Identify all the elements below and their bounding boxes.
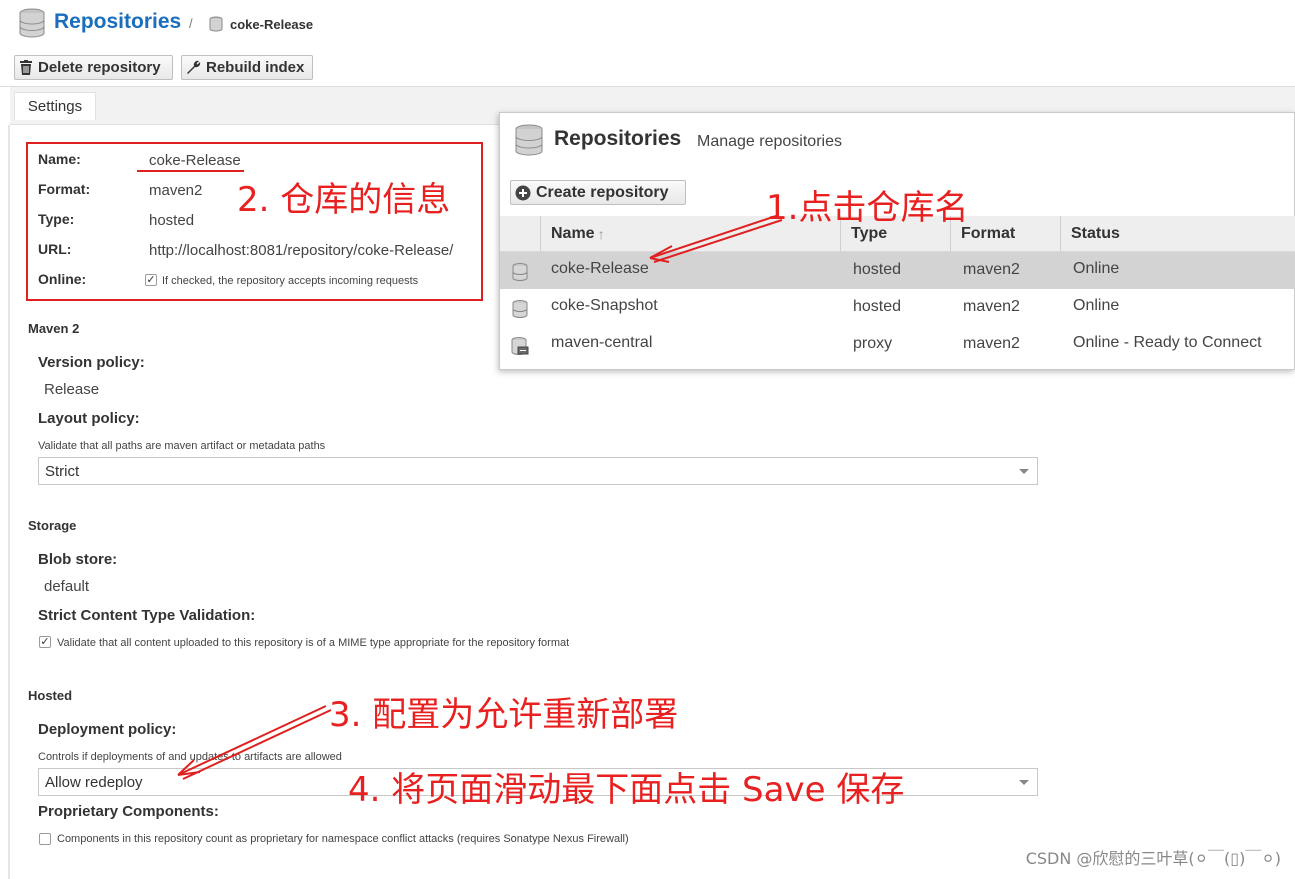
- watermark: CSDN @欣慰的三叶草(⚪￣(▯)￣⚪): [1025, 849, 1281, 868]
- arrow-to-deployment-policy: [177, 705, 332, 780]
- annotation-arrows: [177, 215, 783, 780]
- arrow-to-repository-name: [649, 215, 783, 263]
